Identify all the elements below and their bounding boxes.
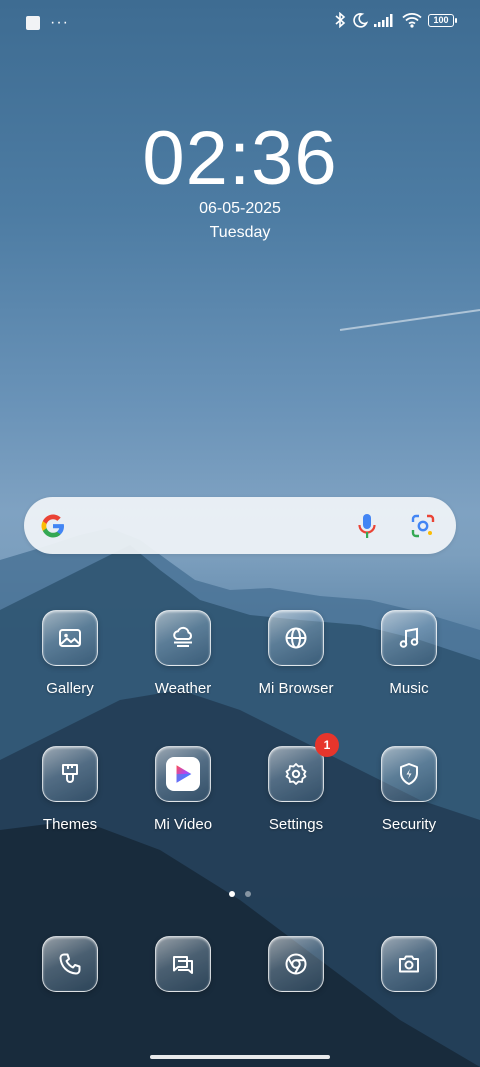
clock-time[interactable]: 02:36	[0, 118, 480, 200]
app-mi-video-tile[interactable]	[155, 746, 211, 802]
paintbrush-icon	[62, 764, 78, 783]
google-g-icon	[41, 514, 64, 538]
app-weather-tile[interactable]	[155, 610, 211, 666]
app-label: Mi Video	[153, 816, 213, 833]
app-label: Security	[381, 816, 437, 833]
music-note-icon	[399, 627, 419, 648]
app-themes-tile[interactable]	[42, 746, 98, 802]
google-lens-icon[interactable]	[410, 513, 436, 539]
app-security[interactable]: Security	[359, 746, 459, 833]
app-music-tile[interactable]	[381, 610, 437, 666]
notification-square-icon	[26, 16, 40, 30]
battery-icon: 100	[428, 13, 457, 27]
clock-day: Tuesday	[209, 224, 271, 241]
globe-icon	[285, 627, 307, 649]
page-dot	[245, 891, 251, 897]
google-search-bar[interactable]	[24, 497, 456, 554]
clock-date: 06-05-2025	[199, 200, 281, 217]
app-music[interactable]: Music	[359, 610, 459, 697]
app-label: Weather	[154, 680, 212, 697]
app-gallery[interactable]: Gallery	[20, 610, 120, 697]
messages-icon	[173, 956, 193, 974]
dock-chrome[interactable]	[246, 936, 346, 992]
gallery-icon	[59, 629, 81, 647]
app-themes[interactable]: Themes	[20, 746, 120, 833]
battery-level: 100	[433, 15, 449, 25]
dock-messages[interactable]	[133, 936, 233, 992]
app-mi-video[interactable]: Mi Video	[133, 746, 233, 833]
shield-icon	[400, 763, 418, 785]
cellular-signal-icon	[374, 14, 393, 27]
home-gesture-bar[interactable]	[150, 1055, 330, 1059]
notification-badge: 1	[315, 733, 339, 757]
status-bar: ··· 100	[0, 0, 480, 44]
do-not-disturb-moon-icon	[353, 13, 368, 28]
app-gallery-tile[interactable]	[42, 610, 98, 666]
app-label: Settings	[268, 816, 324, 833]
dock-chrome-tile[interactable]	[268, 936, 324, 992]
app-label: Gallery	[46, 680, 94, 697]
dock-phone-tile[interactable]	[42, 936, 98, 992]
camera-icon	[399, 955, 419, 973]
app-security-tile[interactable]	[381, 746, 437, 802]
app-label: Mi Browser	[258, 680, 334, 697]
page-dot-active	[229, 891, 235, 897]
chrome-icon	[285, 953, 307, 975]
dock-messages-tile[interactable]	[155, 936, 211, 992]
dock-camera[interactable]	[359, 936, 459, 992]
app-mi-browser-tile[interactable]	[268, 610, 324, 666]
phone-icon	[59, 953, 81, 975]
bluetooth-icon	[335, 12, 346, 28]
app-mi-browser[interactable]: Mi Browser	[246, 610, 346, 697]
weather-icon	[173, 626, 192, 647]
app-settings-tile[interactable]: 1	[268, 733, 339, 802]
app-weather[interactable]: Weather	[133, 610, 233, 697]
gear-icon	[285, 763, 307, 785]
app-settings[interactable]: 1 Settings	[246, 733, 346, 833]
microphone-icon[interactable]	[356, 512, 378, 540]
dock-phone[interactable]	[20, 936, 120, 992]
wifi-icon	[402, 13, 422, 28]
page-indicator	[0, 891, 480, 897]
app-label: Music	[389, 680, 429, 697]
app-label: Themes	[42, 816, 98, 833]
more-dots-icon: ···	[50, 14, 69, 31]
dock-camera-tile[interactable]	[381, 936, 437, 992]
play-icon	[176, 765, 192, 783]
